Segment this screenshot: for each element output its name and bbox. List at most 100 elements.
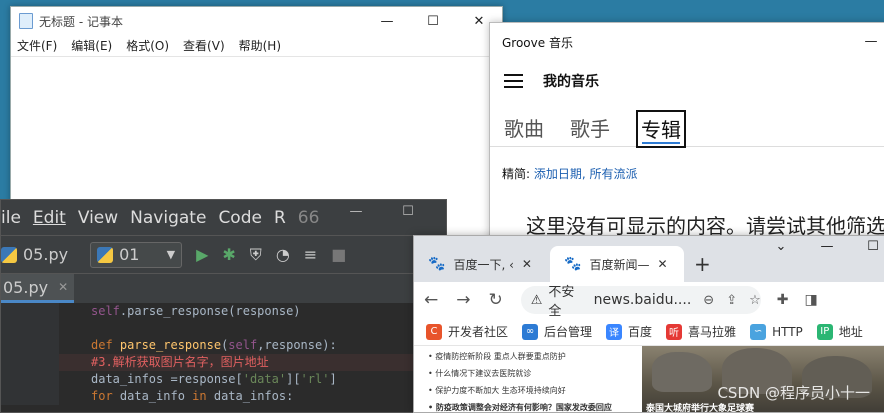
warning-icon[interactable]: ⚠	[531, 293, 543, 308]
baidu-icon: 🐾	[428, 256, 446, 272]
maximize-icon[interactable]: ☐	[850, 236, 884, 260]
back-icon[interactable]: ←	[424, 290, 438, 310]
menu-help[interactable]: 帮助(H)	[239, 37, 281, 54]
editor-tab[interactable]: 05.py ✕	[1, 274, 75, 303]
menu-file[interactable]: 文件(F)	[17, 37, 57, 54]
run-icon[interactable]: ▶	[196, 245, 208, 264]
window-number: 66	[297, 207, 320, 228]
bookmark-item[interactable]: ∞ 后台管理	[522, 323, 592, 340]
zoom-icon[interactable]: ⊖	[703, 293, 714, 308]
bookmark-item[interactable]: 听喜马拉雅	[666, 323, 736, 340]
code-line[interactable]: def parse_response(self,response):	[1, 337, 446, 354]
file-name: 05.py	[23, 245, 69, 264]
bookmark-item[interactable]: 译百度	[606, 323, 652, 340]
bookmark-icon: C	[426, 323, 442, 340]
code-line[interactable]	[1, 320, 446, 337]
tab-artists[interactable]: 歌手	[570, 113, 610, 146]
code-line[interactable]: #3.解析获取图片名字，图片地址	[1, 354, 446, 371]
minimize-icon[interactable]: —	[336, 204, 376, 219]
code-line[interactable]: self.parse_response(response)	[1, 303, 446, 320]
pycharm-window[interactable]: ile Edit View Navigate Code R 66 — ☐ 05.…	[0, 199, 447, 413]
menu-view[interactable]: 查看(V)	[183, 37, 225, 54]
minimize-icon[interactable]: —	[364, 7, 410, 35]
file-breadcrumb[interactable]: 05.py	[1, 245, 68, 264]
address-bar[interactable]: ⚠ 不安全 news.baidu.... ⊖ ⇪ ☆	[520, 285, 761, 319]
minimize-icon[interactable]: —	[804, 236, 850, 260]
pycharm-menubar: ile Edit View Navigate Code R 66 — ☐	[1, 200, 446, 235]
baidu-icon: 🐾	[564, 256, 582, 272]
bookmark-item[interactable]: IP 地址	[816, 323, 863, 340]
news-list: • 疫情防控新阶段 重点人群要重点防护 • 什么情况下建议去医院就诊 • 保护力度不…	[414, 346, 642, 412]
bookmark-label: 喜马拉雅	[688, 325, 737, 339]
bookmark-icon: ∽	[750, 323, 767, 340]
build-icon[interactable]: ≡	[304, 245, 317, 264]
bookmark-label: 百度	[628, 325, 653, 339]
bookmark-label: 后台管理	[544, 325, 593, 339]
notepad-menubar: 文件(F) 编辑(E) 格式(O) 查看(V) 帮助(H)	[11, 35, 502, 57]
news-item[interactable]: • 防疫政策调整会对经济有何影响？国家发改委回应	[428, 399, 642, 412]
reload-icon[interactable]: ↻	[489, 290, 503, 310]
bookmark-item[interactable]: ∽ HTTP	[750, 323, 803, 340]
extensions-icon[interactable]: ✚	[777, 292, 789, 308]
filter-label: 精简:	[502, 167, 531, 181]
tab-albums[interactable]: 专辑	[636, 110, 686, 148]
browser-tab-active[interactable]: 🐾 百度新闻— ✕	[550, 246, 684, 282]
bookmark-label: HTTP	[772, 324, 803, 339]
menu-format[interactable]: 格式(O)	[126, 37, 169, 54]
notepad-title: 无标题 - 记事本	[39, 14, 123, 29]
menu-edit[interactable]: Edit	[33, 208, 66, 228]
filter-links[interactable]: 添加日期, 所有流派	[534, 167, 638, 181]
security-label: 不安全	[548, 285, 575, 319]
news-item[interactable]: • 什么情况下建议去医院就诊	[428, 365, 642, 382]
bookmark-label: 地址	[838, 325, 863, 339]
browser-tab[interactable]: 🐾 百度一下, ‹ ✕	[414, 246, 550, 282]
tab-title: 百度一下, ‹	[453, 257, 514, 272]
profile-icon[interactable]: ◔	[276, 245, 290, 264]
gutter	[1, 303, 59, 405]
notepad-icon	[19, 13, 33, 29]
chevron-down-icon: ▼	[166, 248, 176, 261]
tab-title: 百度新闻—	[589, 257, 650, 272]
menu-navigate[interactable]: Navigate	[130, 208, 206, 228]
tab-strip: ⌄ — ☐ 🐾 百度一下, ‹ ✕ 🐾 百度新闻— ✕ +	[414, 236, 884, 282]
close-icon[interactable]: ✕	[522, 257, 532, 271]
page-title: 我的音乐	[543, 74, 599, 90]
menu-view[interactable]: View	[78, 208, 118, 228]
bookmark-icon: IP	[816, 323, 833, 340]
share-icon[interactable]: ⇪	[726, 293, 737, 308]
bookmark-star-icon[interactable]: ☆	[749, 293, 761, 308]
news-item[interactable]: • 疫情防控新阶段 重点人群要重点防护	[428, 348, 642, 365]
maximize-icon[interactable]: ☐	[388, 204, 428, 219]
menu-code[interactable]: Code	[218, 208, 262, 228]
coverage-icon[interactable]: ⛨	[250, 245, 262, 265]
groove-titlebar[interactable]: Groove 音乐	[490, 23, 884, 61]
menu-file[interactable]: ile	[1, 208, 21, 228]
url-text: news.baidu....	[593, 292, 692, 308]
python-file-icon	[1, 246, 17, 263]
forward-icon[interactable]: →	[456, 290, 470, 310]
watermark: CSDN @程序员小十一	[717, 384, 870, 402]
news-item[interactable]: • 保护力度不断加大 生态环境持续向好	[428, 382, 642, 399]
code-line[interactable]: for data_info in data_infos:	[1, 388, 446, 405]
sidepanel-icon[interactable]: ◨	[804, 292, 817, 308]
code-editor[interactable]: self.parse_response(response)def parse_r…	[1, 303, 446, 405]
minimize-icon[interactable]: —	[848, 27, 884, 55]
maximize-icon[interactable]: ☐	[410, 7, 456, 35]
bookmarks-bar: C 开发者社区 ∞ 后台管理译百度听喜马拉雅 ∽ HTTP IP 地址	[414, 318, 884, 346]
close-icon[interactable]: ✕	[657, 257, 667, 271]
menu-refactor[interactable]: R	[274, 208, 286, 228]
stop-icon[interactable]: ■	[331, 245, 346, 264]
bookmark-icon: ∞	[522, 323, 539, 340]
run-config-select[interactable]: 01 ▼	[90, 241, 183, 268]
debug-icon[interactable]: ✱	[222, 245, 235, 264]
menu-edit[interactable]: 编辑(E)	[71, 37, 112, 54]
tab-songs[interactable]: 歌曲	[504, 113, 544, 146]
close-icon[interactable]: ✕	[58, 280, 68, 294]
tab-search-icon[interactable]: ⌄	[758, 236, 804, 260]
run-config-label: 01	[119, 245, 140, 264]
new-tab-icon[interactable]: +	[694, 246, 711, 282]
code-line[interactable]: data_infos =response['data']['rl']	[1, 371, 446, 388]
hamburger-icon[interactable]	[504, 74, 523, 88]
bookmark-icon: 听	[666, 323, 683, 340]
bookmark-item[interactable]: C 开发者社区	[426, 323, 508, 340]
